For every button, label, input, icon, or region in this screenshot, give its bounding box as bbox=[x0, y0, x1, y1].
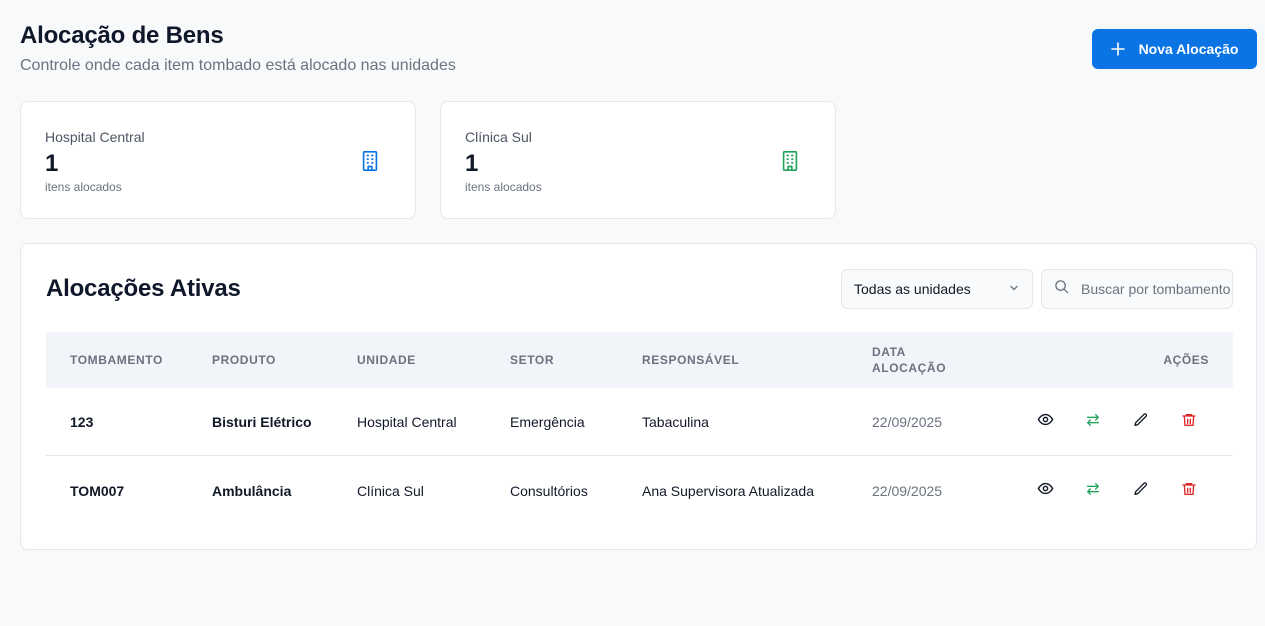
table-row: 123 Bisturi Elétrico Hospital Central Em… bbox=[46, 388, 1233, 456]
column-header-tombamento: TOMBAMENTO bbox=[70, 353, 163, 367]
page-subtitle: Controle onde cada item tombado está alo… bbox=[20, 57, 456, 74]
column-header-setor: SETOR bbox=[510, 353, 555, 367]
search-icon bbox=[1054, 279, 1069, 299]
stat-caption: itens alocados bbox=[465, 180, 542, 194]
column-header-produto: PRODUTO bbox=[212, 353, 276, 367]
column-header-data-line2: ALOCAÇÃO bbox=[872, 361, 947, 375]
transfer-icon bbox=[1085, 412, 1101, 433]
stat-unit-name: Clínica Sul bbox=[465, 129, 532, 145]
building-icon bbox=[779, 150, 801, 177]
column-header-responsavel: RESPONSÁVEL bbox=[642, 353, 740, 367]
edit-button[interactable] bbox=[1131, 412, 1151, 432]
trash-icon bbox=[1181, 481, 1197, 502]
panel-title: Alocações Ativas bbox=[46, 275, 241, 302]
column-header-acoes: AÇÕES bbox=[1163, 353, 1209, 367]
unit-filter-value: Todas as unidades bbox=[854, 281, 971, 297]
table-row: TOM007 Ambulância Clínica Sul Consultóri… bbox=[46, 457, 1233, 525]
active-allocations-panel: Alocações Ativas Todas as unidades TOMBA… bbox=[20, 243, 1257, 550]
cell-responsavel: Tabaculina bbox=[642, 414, 709, 430]
stat-count: 1 bbox=[465, 150, 479, 177]
column-header-data-alocacao: DATA ALOCAÇÃO bbox=[872, 344, 946, 376]
cell-tombamento: TOM007 bbox=[70, 483, 125, 499]
unit-filter-select[interactable]: Todas as unidades bbox=[841, 269, 1033, 309]
stat-unit-name: Hospital Central bbox=[45, 129, 145, 145]
cell-produto: Ambulância bbox=[212, 483, 292, 499]
cell-produto: Bisturi Elétrico bbox=[212, 414, 312, 430]
view-button[interactable] bbox=[1035, 412, 1055, 432]
chevron-down-icon bbox=[1008, 281, 1020, 297]
cell-setor: Consultórios bbox=[510, 483, 588, 499]
view-button[interactable] bbox=[1035, 481, 1055, 501]
delete-button[interactable] bbox=[1179, 412, 1199, 432]
eye-icon bbox=[1037, 411, 1054, 433]
new-allocation-button[interactable]: Nova Alocação bbox=[1092, 29, 1257, 69]
transfer-button[interactable] bbox=[1083, 412, 1103, 432]
stat-caption: itens alocados bbox=[45, 180, 122, 194]
search-input[interactable] bbox=[1081, 281, 1231, 297]
page-title: Alocação de Bens bbox=[20, 22, 224, 49]
cell-tombamento: 123 bbox=[70, 414, 94, 430]
stat-card-clinica-sul: Clínica Sul 1 itens alocados bbox=[440, 101, 836, 219]
search-field[interactable] bbox=[1041, 269, 1233, 309]
cell-responsavel: Ana Supervisora Atualizada bbox=[642, 483, 814, 499]
column-header-data-line1: DATA bbox=[872, 345, 906, 359]
delete-button[interactable] bbox=[1179, 481, 1199, 501]
cell-unidade: Clínica Sul bbox=[357, 483, 424, 499]
transfer-icon bbox=[1085, 481, 1101, 502]
building-icon bbox=[359, 150, 381, 177]
cell-unidade: Hospital Central bbox=[357, 414, 457, 430]
eye-icon bbox=[1037, 480, 1054, 502]
stat-card-hospital-central: Hospital Central 1 itens alocados bbox=[20, 101, 416, 219]
cell-data-alocacao: 22/09/2025 bbox=[872, 414, 943, 430]
cell-data-alocacao: 22/09/2025 bbox=[872, 483, 943, 499]
new-allocation-label: Nova Alocação bbox=[1138, 41, 1239, 57]
pencil-icon bbox=[1133, 412, 1149, 433]
edit-button[interactable] bbox=[1131, 481, 1151, 501]
pencil-icon bbox=[1133, 481, 1149, 502]
transfer-button[interactable] bbox=[1083, 481, 1103, 501]
cell-setor: Emergência bbox=[510, 414, 585, 430]
column-header-unidade: UNIDADE bbox=[357, 353, 416, 367]
stat-count: 1 bbox=[45, 150, 59, 177]
trash-icon bbox=[1181, 412, 1197, 433]
plus-icon bbox=[1110, 42, 1125, 56]
table-header: TOMBAMENTO PRODUTO UNIDADE SETOR RESPONS… bbox=[46, 332, 1233, 388]
